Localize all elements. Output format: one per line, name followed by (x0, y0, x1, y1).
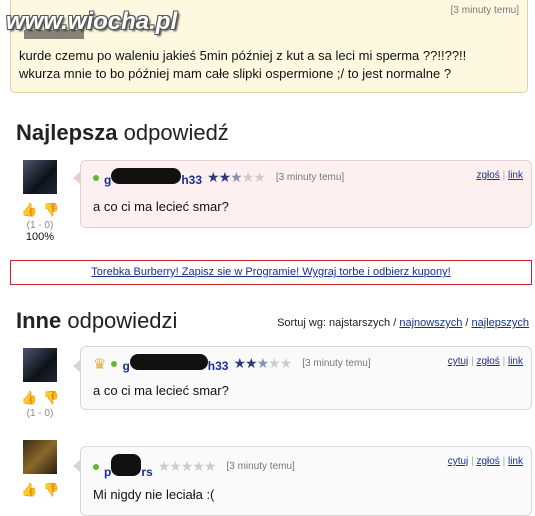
sort-bar: Sortuj wg: najstarszych / najnowszych / … (277, 317, 529, 329)
answer-side: 👍 👎 (15, 440, 65, 498)
answer-header: p rs ★★★★★ [3 minuty temu] (93, 454, 295, 479)
rating-stars: ★★★★★ (207, 169, 266, 185)
thumb-down-icon[interactable]: 👎 (43, 390, 59, 406)
avatar[interactable] (23, 160, 57, 194)
sort-separator: / (462, 317, 472, 329)
username-link[interactable]: g h33 (122, 354, 228, 373)
username-start: p (104, 465, 112, 479)
best-answer-side: 👍 👎 (1 - 0) 100% (15, 160, 65, 243)
promo-banner: Torebka Burberry! Zapisz sie w Programie… (10, 260, 532, 285)
crown-icon: ♛ (93, 355, 107, 373)
vote-buttons: 👍 👎 (15, 482, 65, 498)
answer-time: [3 minuty temu] (226, 461, 295, 472)
sort-newest-link[interactable]: najnowszych (399, 317, 462, 329)
link-link[interactable]: link (508, 456, 523, 467)
best-answer-card: g h33 ★★★★★ [3 minuty temu] zgłoś | link … (73, 160, 532, 228)
avatar[interactable] (23, 440, 57, 474)
question-time: [3 minuty temu] (450, 5, 519, 16)
online-dot-icon (111, 360, 118, 367)
answer-time: [3 minuty temu] (275, 172, 345, 183)
vote-buttons: 👍 👎 (15, 390, 65, 406)
thumb-down-icon[interactable]: 👎 (43, 482, 59, 498)
rating-stars: ★★★★★ (233, 355, 292, 371)
answer-time: [3 minuty temu] (302, 358, 371, 369)
username-link[interactable]: g h33 (104, 168, 202, 187)
vote-buttons: 👍 👎 (15, 202, 65, 218)
best-answer-title-bold: Najlepsza (16, 120, 118, 145)
username-redaction (111, 168, 182, 184)
report-link[interactable]: zgłoś (476, 456, 499, 467)
vote-count: (1 - 0) (26, 220, 54, 231)
other-answers-title-bold: Inne (16, 308, 62, 333)
vote-percent: 100% (25, 231, 55, 243)
sort-best-link[interactable]: najlepszych (472, 317, 529, 329)
username-redaction (111, 454, 142, 476)
quote-link[interactable]: cytuj (448, 356, 469, 367)
sort-label: Sortuj wg: najstarszych / (277, 317, 400, 329)
thumb-up-icon[interactable]: 👍 (21, 390, 37, 406)
username-redaction (129, 354, 208, 370)
promo-link[interactable]: Torebka Burberry! Zapisz sie w Programie… (91, 266, 450, 278)
question-line-1: kurde czemu po waleniu jakieś 5min późni… (19, 48, 467, 63)
online-dot-icon (93, 174, 99, 181)
username-start: g (104, 173, 112, 187)
best-answer-title: Najlepsza odpowiedź (16, 120, 229, 146)
best-answer-title-rest: odpowiedź (117, 120, 229, 145)
action-divider: | (502, 356, 506, 367)
username-end: h33 (181, 173, 203, 187)
username-end: rs (141, 465, 153, 479)
answer-actions: zgłoś | link (476, 170, 523, 181)
online-dot-icon (93, 463, 99, 470)
other-answers-title-rest: odpowiedzi (61, 308, 178, 333)
username-start: g (122, 359, 130, 373)
username-end: h33 (207, 359, 229, 373)
answer-text: a co ci ma lecieć smar? (93, 383, 229, 398)
answer-actions: cytuj | zgłoś | link (448, 456, 523, 467)
card-pointer (73, 171, 81, 185)
rating-stars: ★★★★★ (157, 458, 217, 474)
username-link[interactable]: p rs (104, 454, 153, 479)
vote-count: (1 - 0) (26, 408, 54, 419)
action-divider: | (502, 456, 506, 467)
card-pointer (73, 359, 81, 373)
action-divider: | (471, 456, 474, 467)
report-link[interactable]: zgłoś (476, 170, 499, 181)
link-link[interactable]: link (508, 170, 523, 181)
answer-side: 👍 👎 (1 - 0) (15, 348, 65, 419)
answer-card: ♛ g h33 ★★★★★ [3 minuty temu] cytuj | zgł… (73, 346, 532, 410)
answer-actions: cytuj | zgłoś | link (448, 356, 523, 367)
answer-header: ♛ g h33 ★★★★★ [3 minuty temu] (93, 354, 371, 373)
report-link[interactable]: zgłoś (476, 356, 499, 367)
answer-text: Mi nigdy nie leciała :( (93, 487, 215, 502)
thumb-up-icon[interactable]: 👍 (21, 202, 37, 218)
answer-header: g h33 ★★★★★ [3 minuty temu] (93, 168, 344, 187)
link-link[interactable]: link (508, 356, 523, 367)
question-line-2: wkurza mnie to bo później mam całe slipk… (19, 66, 452, 81)
action-divider: | (471, 356, 474, 367)
card-pointer (73, 459, 81, 473)
redacted-username (24, 30, 84, 39)
answer-card: p rs ★★★★★ [3 minuty temu] cytuj | zgłoś … (73, 446, 532, 516)
avatar[interactable] (23, 348, 57, 382)
answer-text: a co ci ma lecieć smar? (93, 199, 229, 214)
quote-link[interactable]: cytuj (448, 456, 469, 467)
question-text: kurde czemu po waleniu jakieś 5min późni… (19, 47, 519, 83)
thumb-down-icon[interactable]: 👎 (43, 202, 59, 218)
thumb-up-icon[interactable]: 👍 (21, 482, 37, 498)
action-divider: | (502, 170, 506, 181)
other-answers-title: Inne odpowiedzi (16, 308, 177, 334)
